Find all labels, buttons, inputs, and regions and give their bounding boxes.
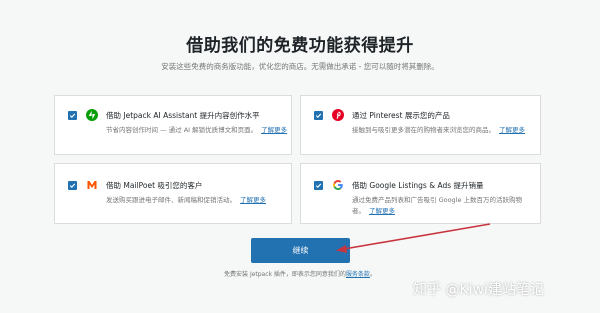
watermark: 知乎 @Kiwi建站笔记 <box>413 282 544 298</box>
feature-card-pinterest[interactable]: 通过 Pinterest 展示您的产品 接触到与吸引更多潜在的购物者来浏览您的商… <box>300 95 541 155</box>
page-title: 借助我们的免费功能获得提升 <box>186 36 414 56</box>
google-g-icon <box>332 179 344 191</box>
feature-card-google[interactable]: 借助 Google Listings & Ads 提升销量 通过免费产品列表和广… <box>300 163 541 224</box>
feature-desc-cont: 者。 了解更多 <box>352 207 395 215</box>
feature-desc: 发送购买跟进电子邮件、新闻稿和促销活动。 了解更多 <box>106 196 266 204</box>
page-subtitle: 安装这些免费的商务版功能，优化您的商店。无需做出承诺 - 您可以随时将其删除。 <box>161 62 439 71</box>
feature-desc: 节省内容创作时间 — 通过 AI 解锁优质博文和页面。 了解更多 <box>106 126 288 134</box>
checkbox-google[interactable] <box>314 181 323 190</box>
feature-title: 借助 Google Listings & Ads 提升销量 <box>352 181 484 190</box>
continue-button[interactable]: 继续 <box>251 238 350 263</box>
feature-card-jetpack[interactable]: 借助 Jetpack AI Assistant 提升内容创作水平 节省内容创作时… <box>54 95 292 155</box>
learn-more-link[interactable]: 了解更多 <box>240 196 266 204</box>
feature-desc: 通过免费产品列表和广告吸引 Google 上数百万的活跃购物 <box>352 196 523 204</box>
pinterest-icon <box>332 109 344 121</box>
feature-title: 通过 Pinterest 展示您的产品 <box>352 111 450 120</box>
checkbox-pinterest[interactable] <box>314 111 323 120</box>
feature-card-mailpoet[interactable]: 借助 MailPoet 吸引您的客户 发送购买跟进电子邮件、新闻稿和促销活动。了… <box>54 163 292 224</box>
feature-desc: 接触到与吸引更多潜在的购物者来浏览您的商品。 了解更多 <box>352 126 525 134</box>
learn-more-link[interactable]: 了解更多 <box>499 126 525 134</box>
tos-notice: 免费安装 Jetpack 插件，即表示您同意我们的服务条款。 <box>224 271 376 278</box>
mailpoet-icon <box>86 179 98 191</box>
feature-title: 借助 Jetpack AI Assistant 提升内容创作水平 <box>106 111 260 120</box>
learn-more-link[interactable]: 了解更多 <box>261 126 287 134</box>
checkbox-mailpoet[interactable] <box>68 181 77 190</box>
learn-more-link[interactable]: 了解更多 <box>369 207 395 215</box>
checkbox-jetpack[interactable] <box>68 111 77 120</box>
jetpack-bolt-icon <box>86 109 98 121</box>
tos-link[interactable]: 服务条款 <box>346 271 370 278</box>
feature-title: 借助 MailPoet 吸引您的客户 <box>106 181 203 190</box>
